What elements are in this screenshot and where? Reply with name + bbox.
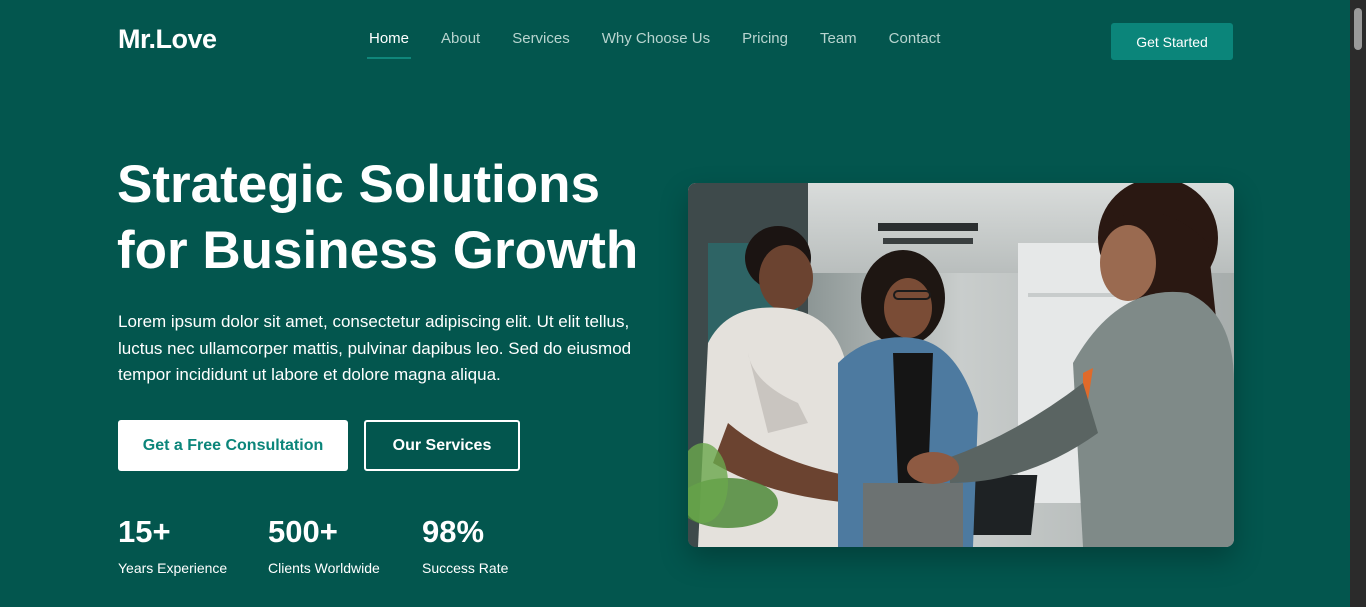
- free-consultation-button[interactable]: Get a Free Consultation: [118, 420, 348, 471]
- nav-item-contact[interactable]: Contact: [889, 30, 941, 59]
- page-scrollbar[interactable]: [1350, 0, 1366, 607]
- hero-title-line-1: Strategic Solutions: [117, 155, 600, 214]
- stat-clients-worldwide: 500+ Clients Worldwide: [268, 513, 380, 576]
- scrollbar-thumb[interactable]: [1354, 8, 1362, 50]
- nav-item-services[interactable]: Services: [512, 30, 570, 59]
- nav-item-home[interactable]: Home: [366, 30, 412, 59]
- site-logo[interactable]: Mr.Love: [118, 24, 217, 55]
- our-services-button[interactable]: Our Services: [364, 420, 520, 471]
- nav-item-why-choose-us[interactable]: Why Choose Us: [602, 30, 710, 59]
- hero-description: Lorem ipsum dolor sit amet, consectetur …: [118, 312, 632, 384]
- main-nav: Home About Services Why Choose Us Pricin…: [366, 30, 972, 59]
- nav-item-pricing[interactable]: Pricing: [742, 30, 788, 59]
- stat-value: 500+: [268, 514, 338, 549]
- hero-title-line-2: for Business Growth: [117, 221, 639, 280]
- nav-item-team[interactable]: Team: [820, 30, 857, 59]
- hero-image: [688, 183, 1234, 547]
- hero-title: Strategic Solutions for Business Growth: [117, 152, 677, 284]
- stat-value: 15+: [118, 514, 171, 549]
- stat-years-experience: 15+ Years Experience: [118, 513, 227, 576]
- nav-item-about[interactable]: About: [441, 30, 480, 59]
- site-header: Mr.Love Home About Services Why Choose U…: [0, 0, 1350, 82]
- stat-label: Clients Worldwide: [268, 560, 380, 576]
- stat-value: 98%: [422, 514, 485, 549]
- team-handshake-photo-icon: [688, 183, 1234, 547]
- stat-label: Years Experience: [118, 560, 228, 576]
- stat-label: Success Rate: [422, 560, 509, 576]
- stat-success-rate: 98% Success Rate: [422, 513, 508, 576]
- get-started-button[interactable]: Get Started: [1111, 23, 1233, 60]
